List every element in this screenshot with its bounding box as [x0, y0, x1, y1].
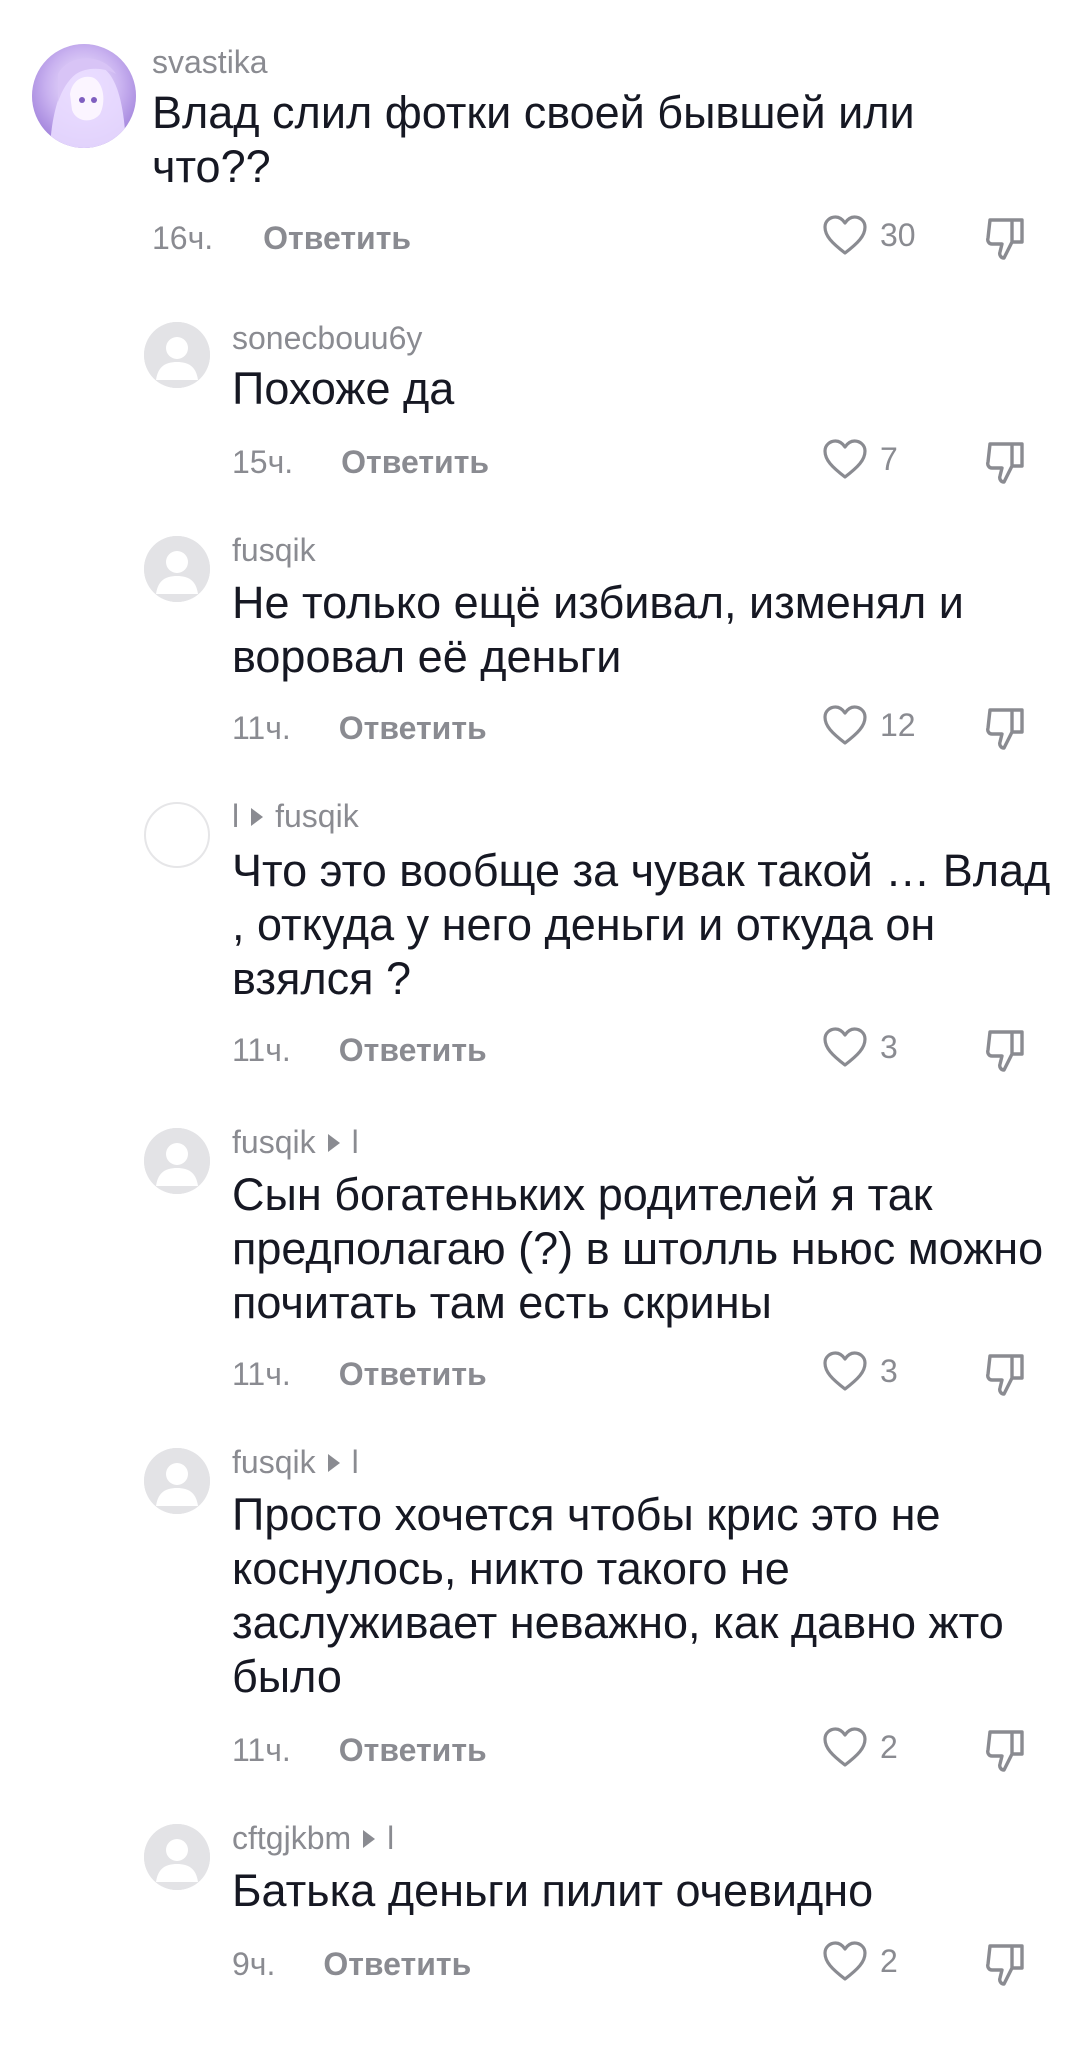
reply-button[interactable]: Ответить — [341, 444, 489, 481]
comment-username-row: l fusqik — [232, 798, 359, 835]
comment-time: 11ч. — [232, 1732, 291, 1768]
comment-text: Просто хочется чтобы крис это не коснуло… — [232, 1489, 1004, 1702]
like-button[interactable]: 3 — [822, 1350, 898, 1392]
like-count: 3 — [880, 1028, 898, 1065]
comment-username-row: fusqik — [232, 532, 316, 569]
heart-icon — [823, 439, 867, 479]
comment-username-row: fusqik l — [232, 1124, 359, 1161]
reply-to-username[interactable]: fusqik — [275, 798, 359, 835]
reply-button[interactable]: Ответить — [339, 1356, 487, 1393]
comment-meta: 16ч. Ответить — [152, 220, 411, 257]
comment-text: Влад слил фотки своей бывшей или что?? — [152, 87, 915, 192]
comment-meta: 11ч. Ответить — [232, 1032, 487, 1069]
avatar[interactable] — [144, 1824, 210, 1890]
reply-arrow-icon — [363, 1829, 376, 1848]
avatar[interactable] — [144, 536, 210, 602]
comment-text: Похоже да — [232, 363, 455, 414]
comment-username[interactable]: fusqik — [232, 532, 316, 569]
like-button[interactable]: 3 — [822, 1026, 898, 1068]
reply-arrow-icon — [327, 1453, 340, 1472]
like-count: 2 — [880, 1942, 898, 1979]
avatar[interactable] — [144, 322, 210, 388]
dislike-icon[interactable] — [982, 438, 1030, 486]
comment-text: Что это вообще за чувак такой … Влад , о… — [232, 845, 1051, 1004]
like-button[interactable]: 2 — [822, 1726, 898, 1768]
heart-icon — [823, 705, 867, 745]
comment-text: Батька деньги пилит очевидно — [232, 1865, 874, 1916]
comment-username-row: sonecbouu6y — [232, 320, 422, 357]
heart-icon — [823, 215, 867, 255]
reply-to-username[interactable]: l — [352, 1444, 359, 1481]
heart-icon — [823, 1727, 867, 1767]
comment-username-row: cftgjkbm l — [232, 1820, 394, 1857]
comment-username[interactable]: l — [232, 798, 239, 835]
like-button[interactable]: 30 — [822, 214, 916, 256]
reply-arrow-icon — [251, 807, 264, 826]
comment-time: 16ч. — [152, 220, 214, 256]
reply-to-username[interactable]: l — [387, 1820, 394, 1857]
heart-icon — [823, 1941, 867, 1981]
like-button[interactable]: 2 — [822, 1940, 898, 1982]
avatar[interactable] — [144, 802, 210, 868]
reply-button[interactable]: Ответить — [339, 710, 487, 747]
dislike-icon[interactable] — [982, 1026, 1030, 1074]
comment-username-row: fusqik l — [232, 1444, 359, 1481]
reply-button[interactable]: Ответить — [323, 1946, 471, 1983]
comment-meta: 11ч. Ответить — [232, 1732, 487, 1769]
reply-button[interactable]: Ответить — [339, 1032, 487, 1069]
like-count: 3 — [880, 1352, 898, 1389]
comment-username[interactable]: cftgjkbm — [232, 1820, 351, 1857]
avatar[interactable] — [32, 44, 136, 148]
avatar[interactable] — [144, 1128, 210, 1194]
heart-icon — [823, 1027, 867, 1067]
comment-time: 11ч. — [232, 710, 291, 746]
comment-username[interactable]: sonecbouu6y — [232, 320, 422, 357]
comment-time: 11ч. — [232, 1356, 291, 1392]
like-count: 7 — [880, 440, 898, 477]
comment-meta: 11ч. Ответить — [232, 1356, 487, 1393]
like-button[interactable]: 7 — [822, 438, 898, 480]
avatar[interactable] — [144, 1448, 210, 1514]
reply-button[interactable]: Ответить — [339, 1732, 487, 1769]
comment-username[interactable]: svastika — [152, 44, 268, 81]
like-count: 12 — [880, 706, 916, 743]
comment-username-row: svastika — [152, 44, 268, 81]
dislike-icon[interactable] — [982, 1350, 1030, 1398]
comment-meta: 11ч. Ответить — [232, 710, 487, 747]
reply-arrow-icon — [327, 1133, 340, 1152]
comment-time: 11ч. — [232, 1032, 291, 1068]
like-button[interactable]: 12 — [822, 704, 916, 746]
comment-meta: 9ч. Ответить — [232, 1946, 471, 1983]
dislike-icon[interactable] — [982, 1726, 1030, 1774]
comment-time: 9ч. — [232, 1946, 276, 1982]
comment-username[interactable]: fusqik — [232, 1444, 316, 1481]
dislike-icon[interactable] — [982, 704, 1030, 752]
comment-meta: 15ч. Ответить — [232, 444, 489, 481]
like-count: 2 — [880, 1728, 898, 1765]
comment-text: Не только ещё избивал, изменял и воровал… — [232, 577, 964, 682]
comment-text: Сын богатеньких родителей я так предпола… — [232, 1169, 1044, 1328]
reply-to-username[interactable]: l — [352, 1124, 359, 1161]
dislike-icon[interactable] — [982, 1940, 1030, 1988]
dislike-icon[interactable] — [982, 214, 1030, 262]
comment-username[interactable]: fusqik — [232, 1124, 316, 1161]
heart-icon — [823, 1351, 867, 1391]
comment-time: 15ч. — [232, 444, 294, 480]
like-count: 30 — [880, 216, 916, 253]
comment-list: svastika Влад слил фотки своей бывшей ил… — [0, 0, 1080, 2061]
reply-button[interactable]: Ответить — [263, 220, 411, 257]
